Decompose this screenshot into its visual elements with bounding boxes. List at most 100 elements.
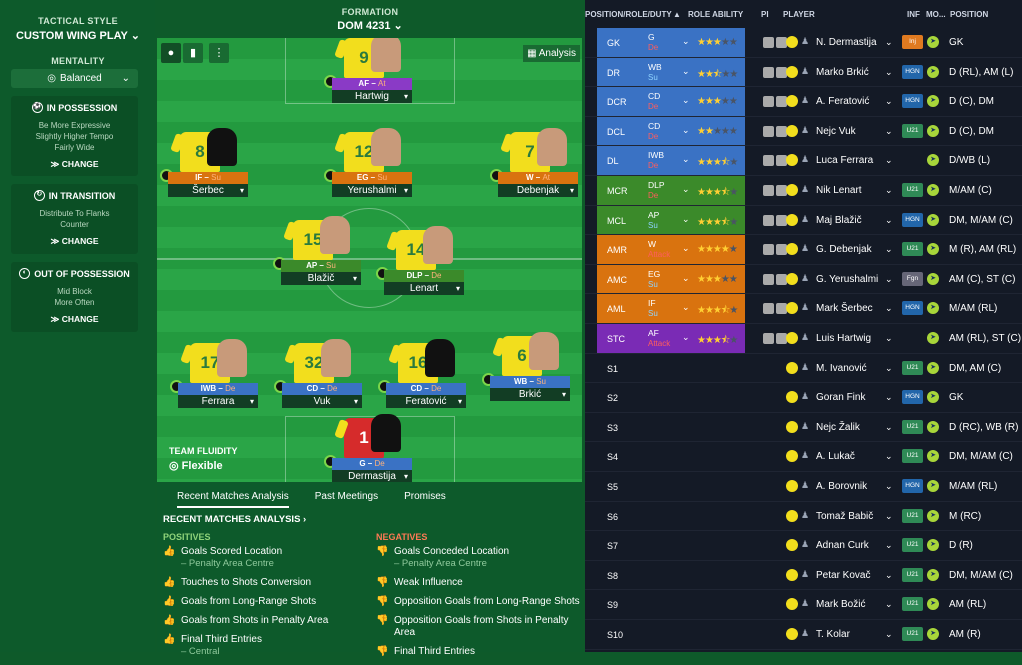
role-cell[interactable]: S8 xyxy=(597,561,745,590)
role-cell[interactable]: DCL CD De ⌄ ★★★★★ xyxy=(597,116,787,146)
tab-recent-matches[interactable]: Recent Matches Analysis xyxy=(177,491,289,508)
table-row[interactable]: S4 ♟ A. Lukač ⌄ U21 ➤ DM, M/AM (C) xyxy=(585,442,1022,472)
view-roles-icon[interactable]: ⋮ xyxy=(209,43,229,63)
player-instructions-icon[interactable] xyxy=(763,244,774,256)
view-player-icon[interactable]: ● xyxy=(161,43,181,63)
player-name[interactable]: Petar Kovač xyxy=(816,570,870,581)
table-row[interactable]: S6 ♟ Tomaž Babič ⌄ U21 ➤ M (RC) xyxy=(585,502,1022,532)
pitch-player-dcr[interactable]: 16 CD – De Feratović xyxy=(378,339,474,408)
player-instructions-icon[interactable] xyxy=(763,96,774,108)
role-cell[interactable]: DR WB Su ⌄ ★★⯪★★ xyxy=(597,57,787,87)
chevron-down-icon[interactable]: ⌄ xyxy=(682,243,690,254)
table-row[interactable]: DL IWB De ⌄ ★★★⯪★ ♟ Luca Ferrara ⌄ ➤ D/WB (L) xyxy=(585,146,1022,176)
player-name[interactable]: A. Feratović xyxy=(816,96,869,107)
player-name[interactable]: Tomaž Babič xyxy=(816,511,873,522)
player-name[interactable]: Luis Hartwig xyxy=(816,333,871,344)
role-cell[interactable]: DL IWB De ⌄ ★★★⯪★ xyxy=(597,146,787,175)
list-item[interactable]: 👎 Goals Conceded Location – Penalty Area C… xyxy=(376,546,581,570)
chevron-down-icon[interactable]: ⌄ xyxy=(885,599,893,610)
role-cell[interactable]: DCR CD De ⌄ ★★★★★ xyxy=(597,87,787,116)
pitch-player-amr[interactable]: 7W – At Debenjak xyxy=(490,128,582,197)
table-row[interactable]: S8 ♟ Petar Kovač ⌄ U21 ➤ DM, M/AM (C) xyxy=(585,561,1022,591)
table-row[interactable]: S5 ♟ A. Borovnik ⌄ HGN ➤ M/AM (RL) xyxy=(585,472,1022,502)
table-row[interactable]: MCR DLP De ⌄ ★★★⯪★ ♟ Nik Lenart ⌄ U21 ➤ M/AM (C) xyxy=(585,176,1022,206)
pitch-player-dl[interactable]: 17 IWB – De Ferrara xyxy=(170,339,266,408)
chevron-down-icon[interactable]: ⌄ xyxy=(885,96,893,107)
col-header-player[interactable]: PLAYER xyxy=(783,10,815,19)
col-header-inf[interactable]: INF xyxy=(907,10,920,19)
table-row[interactable]: DCR CD De ⌄ ★★★★★ ♟ A. Feratović ⌄ HGN ➤ D (C), DM xyxy=(585,87,1022,117)
col-header-morale[interactable]: MO... xyxy=(926,10,946,19)
role-cell[interactable]: AMR W Attack ⌄ ★★★★★ xyxy=(597,235,787,264)
player-name[interactable]: A. Lukač xyxy=(816,451,855,462)
chevron-down-icon[interactable]: ⌄ xyxy=(885,481,893,492)
chevron-down-icon[interactable]: ⌄ xyxy=(885,629,893,640)
table-row[interactable]: DCL CD De ⌄ ★★★★★ ♟ Nejc Vuk ⌄ U21 ➤ D (C), DM xyxy=(585,116,1022,147)
col-header-role-ability[interactable]: ROLE ABILITY xyxy=(688,10,743,19)
role-cell[interactable]: S6 xyxy=(597,502,745,531)
player-name[interactable]: Maj Blažič xyxy=(816,215,862,226)
player-name[interactable]: G. Debenjak xyxy=(816,244,872,255)
list-item[interactable]: 👎 Opposition Goals from Long-Range Shots xyxy=(376,596,581,608)
view-stats-icon[interactable]: ▮ xyxy=(183,43,203,63)
player-name[interactable]: Nejc Vuk xyxy=(816,126,856,137)
table-row[interactable]: S9 ♟ Mark Božić ⌄ U21 ➤ AM (RL) xyxy=(585,590,1022,620)
player-instructions-icon[interactable] xyxy=(763,125,774,137)
chevron-down-icon[interactable]: ⌄ xyxy=(885,37,893,48)
in-possession-change-button[interactable]: ≫ CHANGE xyxy=(11,159,138,170)
chevron-down-icon[interactable]: ⌄ xyxy=(885,392,893,403)
pitch-player-mcr[interactable]: 14 DLP – De Lenart xyxy=(376,226,472,295)
role-cell[interactable]: GK G De ⌄ ★★★★★ xyxy=(597,28,787,57)
in-transition-change-button[interactable]: ≫ CHANGE xyxy=(11,236,138,247)
chevron-down-icon[interactable]: ⌄ xyxy=(885,511,893,522)
pitch-player-gk[interactable]: 1G – De Dermastija xyxy=(324,414,420,482)
role-cell[interactable]: S10 xyxy=(597,620,745,649)
chevron-down-icon[interactable]: ⌄ xyxy=(885,274,893,285)
table-row[interactable]: MCL AP Su ⌄ ★★★⯪★ ♟ Maj Blažič ⌄ HGN ➤ DM, M/AM (C… xyxy=(585,205,1022,236)
player-name[interactable]: T. Kolar xyxy=(816,629,850,640)
tab-promises[interactable]: Promises xyxy=(404,491,446,508)
list-item[interactable]: 👎 Final Third Entries xyxy=(376,646,581,658)
recent-matches-analysis-link[interactable]: RECENT MATCHES ANALYSIS › xyxy=(163,514,306,525)
role-cell[interactable]: S7 xyxy=(597,531,745,560)
list-item[interactable]: 👍 Final Third Entries – Central xyxy=(163,634,368,658)
table-row[interactable]: AMR W Attack ⌄ ★★★★★ ♟ G. Debenjak ⌄ U21 ➤ M (R), … xyxy=(585,235,1022,265)
pitch-player-mcl[interactable]: 15 AP – Su Blažič xyxy=(273,216,369,285)
player-instructions-icon[interactable] xyxy=(763,185,774,196)
role-cell[interactable]: S9 xyxy=(597,590,745,619)
chevron-down-icon[interactable]: ⌄ xyxy=(682,302,690,313)
role-cell[interactable]: S4 xyxy=(597,442,745,471)
tab-past-meetings[interactable]: Past Meetings xyxy=(315,491,378,508)
chevron-down-icon[interactable]: ⌄ xyxy=(885,155,893,166)
role-cell[interactable]: S2 xyxy=(597,383,745,412)
chevron-down-icon[interactable]: ⌄ xyxy=(682,95,690,106)
player-name[interactable]: Mark Šerbec xyxy=(816,303,873,314)
col-header-position[interactable]: POSITION/ROLE/DUTY xyxy=(585,10,672,19)
tactical-style-selector[interactable]: CUSTOM WING PLAY ⌄ xyxy=(8,29,148,42)
chevron-down-icon[interactable]: ⌄ xyxy=(885,422,893,433)
chevron-down-icon[interactable]: ⌄ xyxy=(885,363,893,374)
player-name[interactable]: Nejc Žalik xyxy=(816,422,860,433)
chevron-down-icon[interactable]: ⌄ xyxy=(885,126,893,137)
role-cell[interactable]: MCL AP Su ⌄ ★★★⯪★ xyxy=(597,205,787,235)
player-instructions-icon[interactable] xyxy=(763,303,774,315)
chevron-down-icon[interactable]: ⌄ xyxy=(885,67,893,78)
chevron-down-icon[interactable]: ⌄ xyxy=(885,244,893,255)
list-item[interactable]: 👎 Opposition Goals from Shots in Penalty … xyxy=(376,615,581,639)
player-name[interactable]: M. Ivanović xyxy=(816,363,867,374)
role-cell[interactable]: AMC EG Su ⌄ ★★★★★ xyxy=(597,264,787,294)
list-item[interactable]: 👍 Goals from Long-Range Shots xyxy=(163,596,368,608)
chevron-down-icon[interactable]: ⌄ xyxy=(682,154,690,165)
out-of-possession-change-button[interactable]: ≫ CHANGE xyxy=(11,314,138,325)
pitch-player-amc[interactable]: 12 EG – Su Yerushalmi xyxy=(324,128,420,197)
list-item[interactable]: 👍 Touches to Shots Conversion xyxy=(163,577,368,589)
table-row[interactable]: S10 ♟ T. Kolar ⌄ U21 ➤ AM (R) xyxy=(585,620,1022,650)
chevron-down-icon[interactable]: ⌄ xyxy=(682,332,690,343)
table-row[interactable]: S2 ♟ Goran Fink ⌄ HGN ➤ GK xyxy=(585,383,1022,413)
role-cell[interactable]: S1 xyxy=(597,354,745,383)
chevron-down-icon[interactable]: ⌄ xyxy=(682,66,690,77)
player-name[interactable]: G. Yerushalmi xyxy=(816,274,878,285)
list-item[interactable]: 👍 Goals from Shots in Penalty Area xyxy=(163,615,368,627)
table-row[interactable]: GK G De ⌄ ★★★★★ ♟ N. Dermastija ⌄ Inj ➤ GK xyxy=(585,28,1022,58)
table-row[interactable]: STC AF Attack ⌄ ★★★⯪★ ♟ Luis Hartwig ⌄ ➤ AM (RL),… xyxy=(585,324,1022,354)
